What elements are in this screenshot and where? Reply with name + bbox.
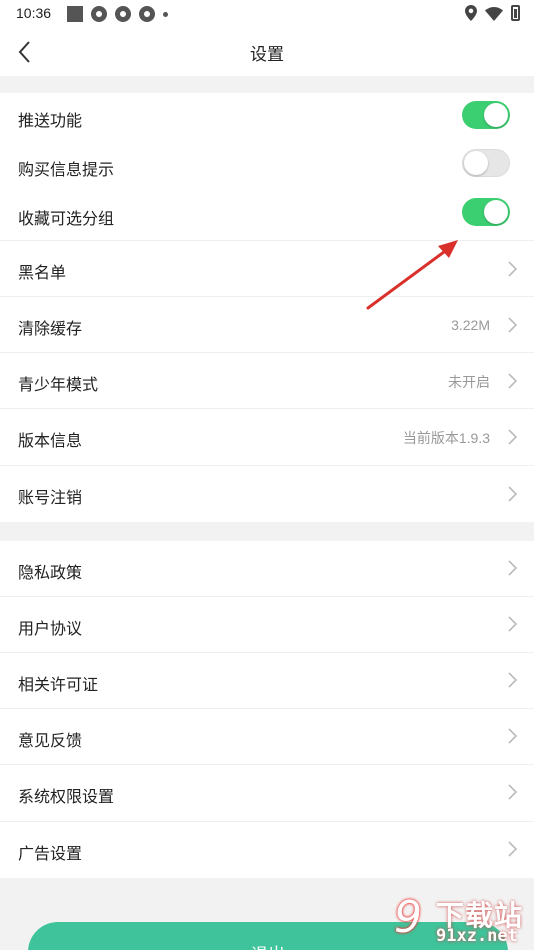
list-item-teen-mode[interactable]: 青少年模式 未开启 bbox=[0, 353, 534, 409]
battery-charging-icon bbox=[511, 5, 520, 21]
notification-icons bbox=[67, 6, 168, 22]
list-item-feedback[interactable]: 意见反馈 bbox=[0, 709, 534, 765]
list-item-clear-cache[interactable]: 清除缓存 3.22M bbox=[0, 297, 534, 353]
app-notification-icon bbox=[91, 6, 107, 22]
stop-square-icon bbox=[67, 6, 83, 22]
cache-size-value: 3.22M bbox=[451, 317, 490, 333]
toggle-row-purchase: 购买信息提示 bbox=[0, 142, 534, 191]
toggle-label: 推送功能 bbox=[18, 111, 83, 130]
list-item-label: 清除缓存 bbox=[18, 319, 83, 338]
status-bar: 10:36 bbox=[0, 0, 534, 28]
header: 设置 bbox=[0, 28, 534, 76]
list-item-account-deletion[interactable]: 账号注销 bbox=[0, 466, 534, 522]
section-separator bbox=[0, 76, 534, 93]
list-item-label: 隐私政策 bbox=[18, 563, 83, 582]
list-item-privacy-policy[interactable]: 隐私政策 bbox=[0, 541, 534, 597]
list-item-label: 账号注销 bbox=[18, 488, 83, 507]
list-item-label: 版本信息 bbox=[18, 431, 83, 450]
watermark-9-logo: 9 bbox=[394, 892, 422, 943]
favorite-group-toggle[interactable] bbox=[462, 198, 510, 226]
toggle-knob bbox=[484, 200, 508, 224]
list-item-label: 黑名单 bbox=[18, 263, 67, 282]
list-item-label: 青少年模式 bbox=[18, 375, 99, 394]
app-notification-icon bbox=[115, 6, 131, 22]
push-toggle[interactable] bbox=[462, 101, 510, 129]
toggle-row-push: 推送功能 bbox=[0, 93, 534, 142]
toggle-knob bbox=[484, 103, 508, 127]
more-dot-icon bbox=[163, 11, 168, 17]
status-time: 10:36 bbox=[16, 5, 52, 21]
list-item-label: 相关许可证 bbox=[18, 675, 99, 694]
chevron-right-icon bbox=[508, 373, 518, 389]
watermark-url: 91xz.net bbox=[436, 926, 518, 946]
teen-mode-value: 未开启 bbox=[448, 374, 490, 390]
chevron-right-icon bbox=[508, 486, 518, 502]
chevron-right-icon bbox=[508, 560, 518, 576]
section-separator bbox=[0, 522, 534, 541]
chevron-right-icon bbox=[508, 317, 518, 333]
list-item-label: 系统权限设置 bbox=[18, 787, 115, 806]
chevron-right-icon bbox=[508, 616, 518, 632]
list-item-label: 广告设置 bbox=[18, 844, 83, 863]
location-icon bbox=[465, 5, 477, 21]
app-notification-icon bbox=[139, 6, 155, 22]
list-item-label: 意见反馈 bbox=[18, 731, 83, 750]
list-item-user-agreement[interactable]: 用户协议 bbox=[0, 597, 534, 653]
toggle-knob bbox=[464, 151, 488, 175]
toggle-label: 收藏可选分组 bbox=[18, 209, 115, 228]
chevron-right-icon bbox=[508, 784, 518, 800]
list-item-system-permissions[interactable]: 系统权限设置 bbox=[0, 765, 534, 822]
list-item-ad-settings[interactable]: 广告设置 bbox=[0, 822, 534, 878]
chevron-right-icon bbox=[508, 672, 518, 688]
chevron-right-icon bbox=[508, 728, 518, 744]
list-item-licenses[interactable]: 相关许可证 bbox=[0, 653, 534, 709]
toggle-label: 购买信息提示 bbox=[18, 160, 115, 179]
list-item-blacklist[interactable]: 黑名单 bbox=[0, 241, 534, 297]
chevron-right-icon bbox=[508, 841, 518, 857]
purchase-info-toggle[interactable] bbox=[462, 149, 510, 177]
list-item-version-info[interactable]: 版本信息 当前版本1.9.3 bbox=[0, 409, 534, 466]
wifi-icon bbox=[485, 6, 503, 21]
watermark-logo: 9 下载站 91xz.net bbox=[392, 888, 534, 950]
page-title: 设置 bbox=[250, 45, 284, 65]
chevron-right-icon bbox=[508, 429, 518, 445]
toggle-row-favorite-group: 收藏可选分组 bbox=[0, 191, 534, 241]
list-item-label: 用户协议 bbox=[18, 619, 83, 638]
system-icons bbox=[465, 5, 520, 21]
version-value: 当前版本1.9.3 bbox=[402, 430, 490, 446]
chevron-right-icon bbox=[508, 261, 518, 277]
